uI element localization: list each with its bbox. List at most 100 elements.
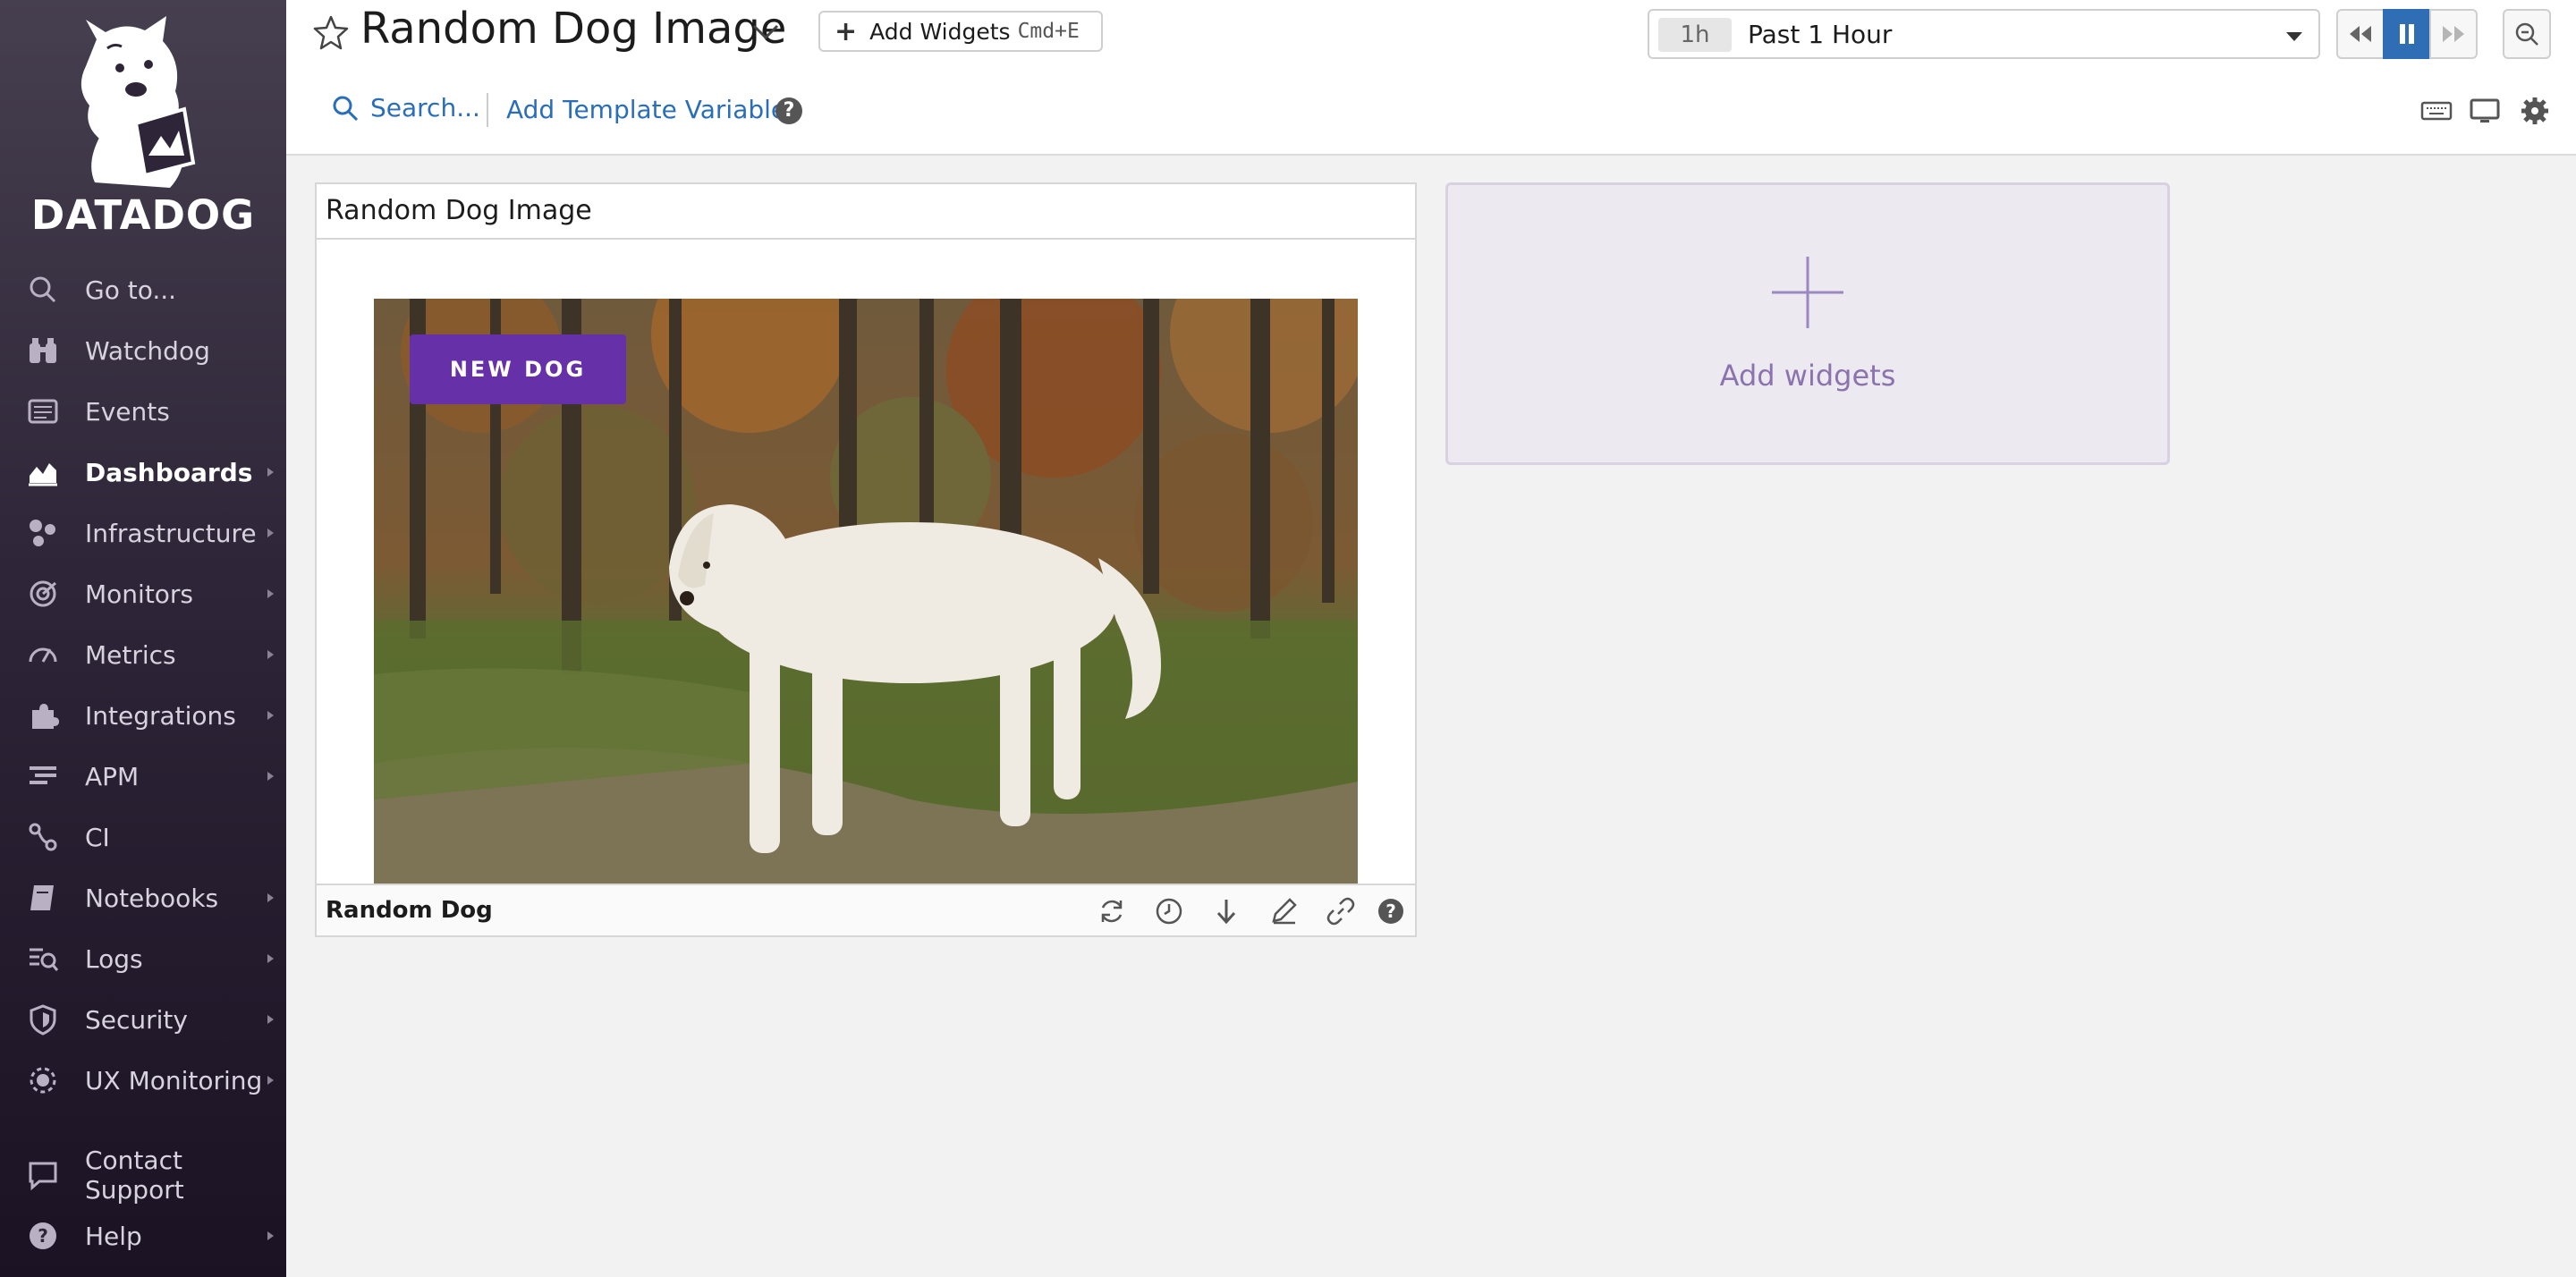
star-icon[interactable] xyxy=(313,14,349,50)
refresh-icon[interactable] xyxy=(1097,896,1127,926)
chevron-right-icon xyxy=(267,589,274,598)
sidebar-item-notebooks[interactable]: Notebooks xyxy=(0,871,286,925)
sidebar: DATADOG Go to... Watchdog Events Dashboa… xyxy=(0,0,286,1277)
sidebar-item-label: Metrics xyxy=(85,639,176,670)
sidebar-item-integrations[interactable]: Integrations xyxy=(0,689,286,742)
puzzle-icon xyxy=(32,704,59,729)
search-label: Search... xyxy=(370,93,480,123)
gear-icon[interactable] xyxy=(2519,95,2551,127)
sidebar-item-label: UX Monitoring xyxy=(85,1065,263,1095)
random-dog-widget[interactable]: Random Dog Image NEW DOG Random Dog ? xyxy=(315,182,1417,937)
download-arrow-icon[interactable] xyxy=(1211,896,1241,926)
chevron-down-icon[interactable] xyxy=(751,21,780,43)
link-icon[interactable] xyxy=(1326,896,1356,926)
metrics-icon xyxy=(29,647,57,663)
dog-photo: NEW DOG xyxy=(374,299,1358,885)
sidebar-item-events[interactable]: Events xyxy=(0,385,286,438)
search-icon xyxy=(333,96,359,121)
sidebar-item-label: Security xyxy=(85,1004,188,1035)
sidebar-item-watchdog[interactable]: Watchdog xyxy=(0,324,286,377)
keyboard-icon[interactable] xyxy=(2420,95,2453,127)
ux-monitoring-icon xyxy=(30,1067,56,1094)
logs-icon xyxy=(30,948,59,971)
add-widgets-label: Add widgets xyxy=(1719,359,1896,393)
sidebar-item-label: Logs xyxy=(85,943,143,974)
widget-title: Random Dog Image xyxy=(326,195,592,226)
sidebar-item-metrics[interactable]: Metrics xyxy=(0,628,286,681)
pencil-icon[interactable] xyxy=(1268,896,1299,926)
keyboard-shortcut: Cmd+E xyxy=(1017,20,1080,43)
playback-controls xyxy=(2336,9,2478,59)
rewind-button[interactable] xyxy=(2336,9,2385,59)
sidebar-item-security[interactable]: Security xyxy=(0,993,286,1046)
sidebar-item-label: Go to... xyxy=(85,275,177,305)
chevron-right-icon xyxy=(267,711,274,720)
sidebar-item-label: Infrastructure xyxy=(85,518,257,548)
caret-down-icon xyxy=(2286,32,2302,41)
sidebar-item-apm[interactable]: APM xyxy=(0,749,286,803)
sidebar-item-logs[interactable]: Logs xyxy=(0,932,286,985)
widget-footer-title: Random Dog xyxy=(326,897,493,924)
dashboard-title[interactable]: Random Dog Image xyxy=(360,4,786,54)
datadog-logo[interactable]: DATADOG xyxy=(0,13,286,239)
zoom-out-icon xyxy=(2515,22,2538,46)
time-range-picker[interactable]: 1h Past 1 Hour xyxy=(1648,9,2320,59)
sidebar-item-label: Dashboards xyxy=(85,457,253,487)
add-widget-placeholder[interactable]: Add widgets xyxy=(1445,182,2170,465)
sidebar-item-help[interactable]: ? Help xyxy=(0,1209,286,1263)
sidebar-item-label: Events xyxy=(85,396,170,427)
svg-text:?: ? xyxy=(1385,901,1396,922)
sidebar-item-label: APM xyxy=(85,761,140,791)
notebook-icon xyxy=(30,885,54,910)
new-dog-button[interactable]: NEW DOG xyxy=(410,334,626,404)
search-icon xyxy=(30,276,56,303)
divider xyxy=(487,93,488,127)
search-button[interactable]: Search... xyxy=(331,93,480,123)
ci-icon xyxy=(29,823,57,851)
chevron-right-icon xyxy=(267,468,274,477)
pause-button[interactable] xyxy=(2383,9,2431,59)
tv-mode-icon[interactable] xyxy=(2469,95,2501,127)
fast-forward-button[interactable] xyxy=(2429,9,2478,59)
chevron-right-icon xyxy=(267,1231,274,1240)
brand-name: DATADOG xyxy=(30,191,256,239)
sidebar-item-ux-monitoring[interactable]: UX Monitoring xyxy=(0,1053,286,1107)
dashboard-header: Random Dog Image + Add Widgets Cmd+E Sea… xyxy=(286,0,2576,156)
sidebar-item-monitors[interactable]: Monitors xyxy=(0,567,286,621)
help-icon[interactable]: ? xyxy=(1376,896,1406,926)
add-template-variables-link[interactable]: Add Template Variables xyxy=(506,95,800,124)
clock-icon[interactable] xyxy=(1154,896,1184,926)
infrastructure-icon xyxy=(30,520,55,546)
zoom-out-button[interactable] xyxy=(2503,9,2551,59)
help-icon[interactable]: ? xyxy=(775,97,802,124)
sidebar-item-goto[interactable]: Go to... xyxy=(0,263,286,317)
chevron-right-icon xyxy=(267,1076,274,1085)
help-icon: ? xyxy=(30,1222,56,1249)
add-widgets-button[interactable]: + Add Widgets Cmd+E xyxy=(818,11,1103,52)
widget-header: Random Dog Image xyxy=(317,184,1415,240)
dashboards-icon xyxy=(29,463,57,486)
chevron-right-icon xyxy=(267,1015,274,1024)
sidebar-item-dashboards[interactable]: Dashboards xyxy=(0,445,286,499)
fast-forward-icon xyxy=(2443,26,2464,42)
sidebar-item-contact-support[interactable]: Contact Support xyxy=(0,1146,286,1205)
plus-icon xyxy=(1772,257,1843,328)
apm-icon xyxy=(30,766,56,784)
chevron-right-icon xyxy=(267,772,274,781)
sidebar-item-label: Help xyxy=(85,1221,142,1251)
time-range-value: Past 1 Hour xyxy=(1748,20,1893,49)
svg-text:?: ? xyxy=(38,1225,48,1247)
monitors-icon xyxy=(30,580,56,607)
sidebar-item-label: Notebooks xyxy=(85,883,219,913)
datadog-dog-icon xyxy=(80,16,196,188)
sidebar-item-infrastructure[interactable]: Infrastructure xyxy=(0,506,286,560)
sidebar-item-ci[interactable]: CI xyxy=(0,810,286,864)
sidebar-item-label: Contact Support xyxy=(85,1146,184,1205)
chevron-right-icon xyxy=(267,529,274,537)
time-range-chip: 1h xyxy=(1658,18,1732,52)
sidebar-item-label: Integrations xyxy=(85,700,236,731)
pause-icon xyxy=(2400,24,2414,44)
sidebar-item-label: Monitors xyxy=(85,579,194,609)
add-widgets-label: Add Widgets xyxy=(869,18,1011,45)
shield-icon xyxy=(30,1004,56,1036)
